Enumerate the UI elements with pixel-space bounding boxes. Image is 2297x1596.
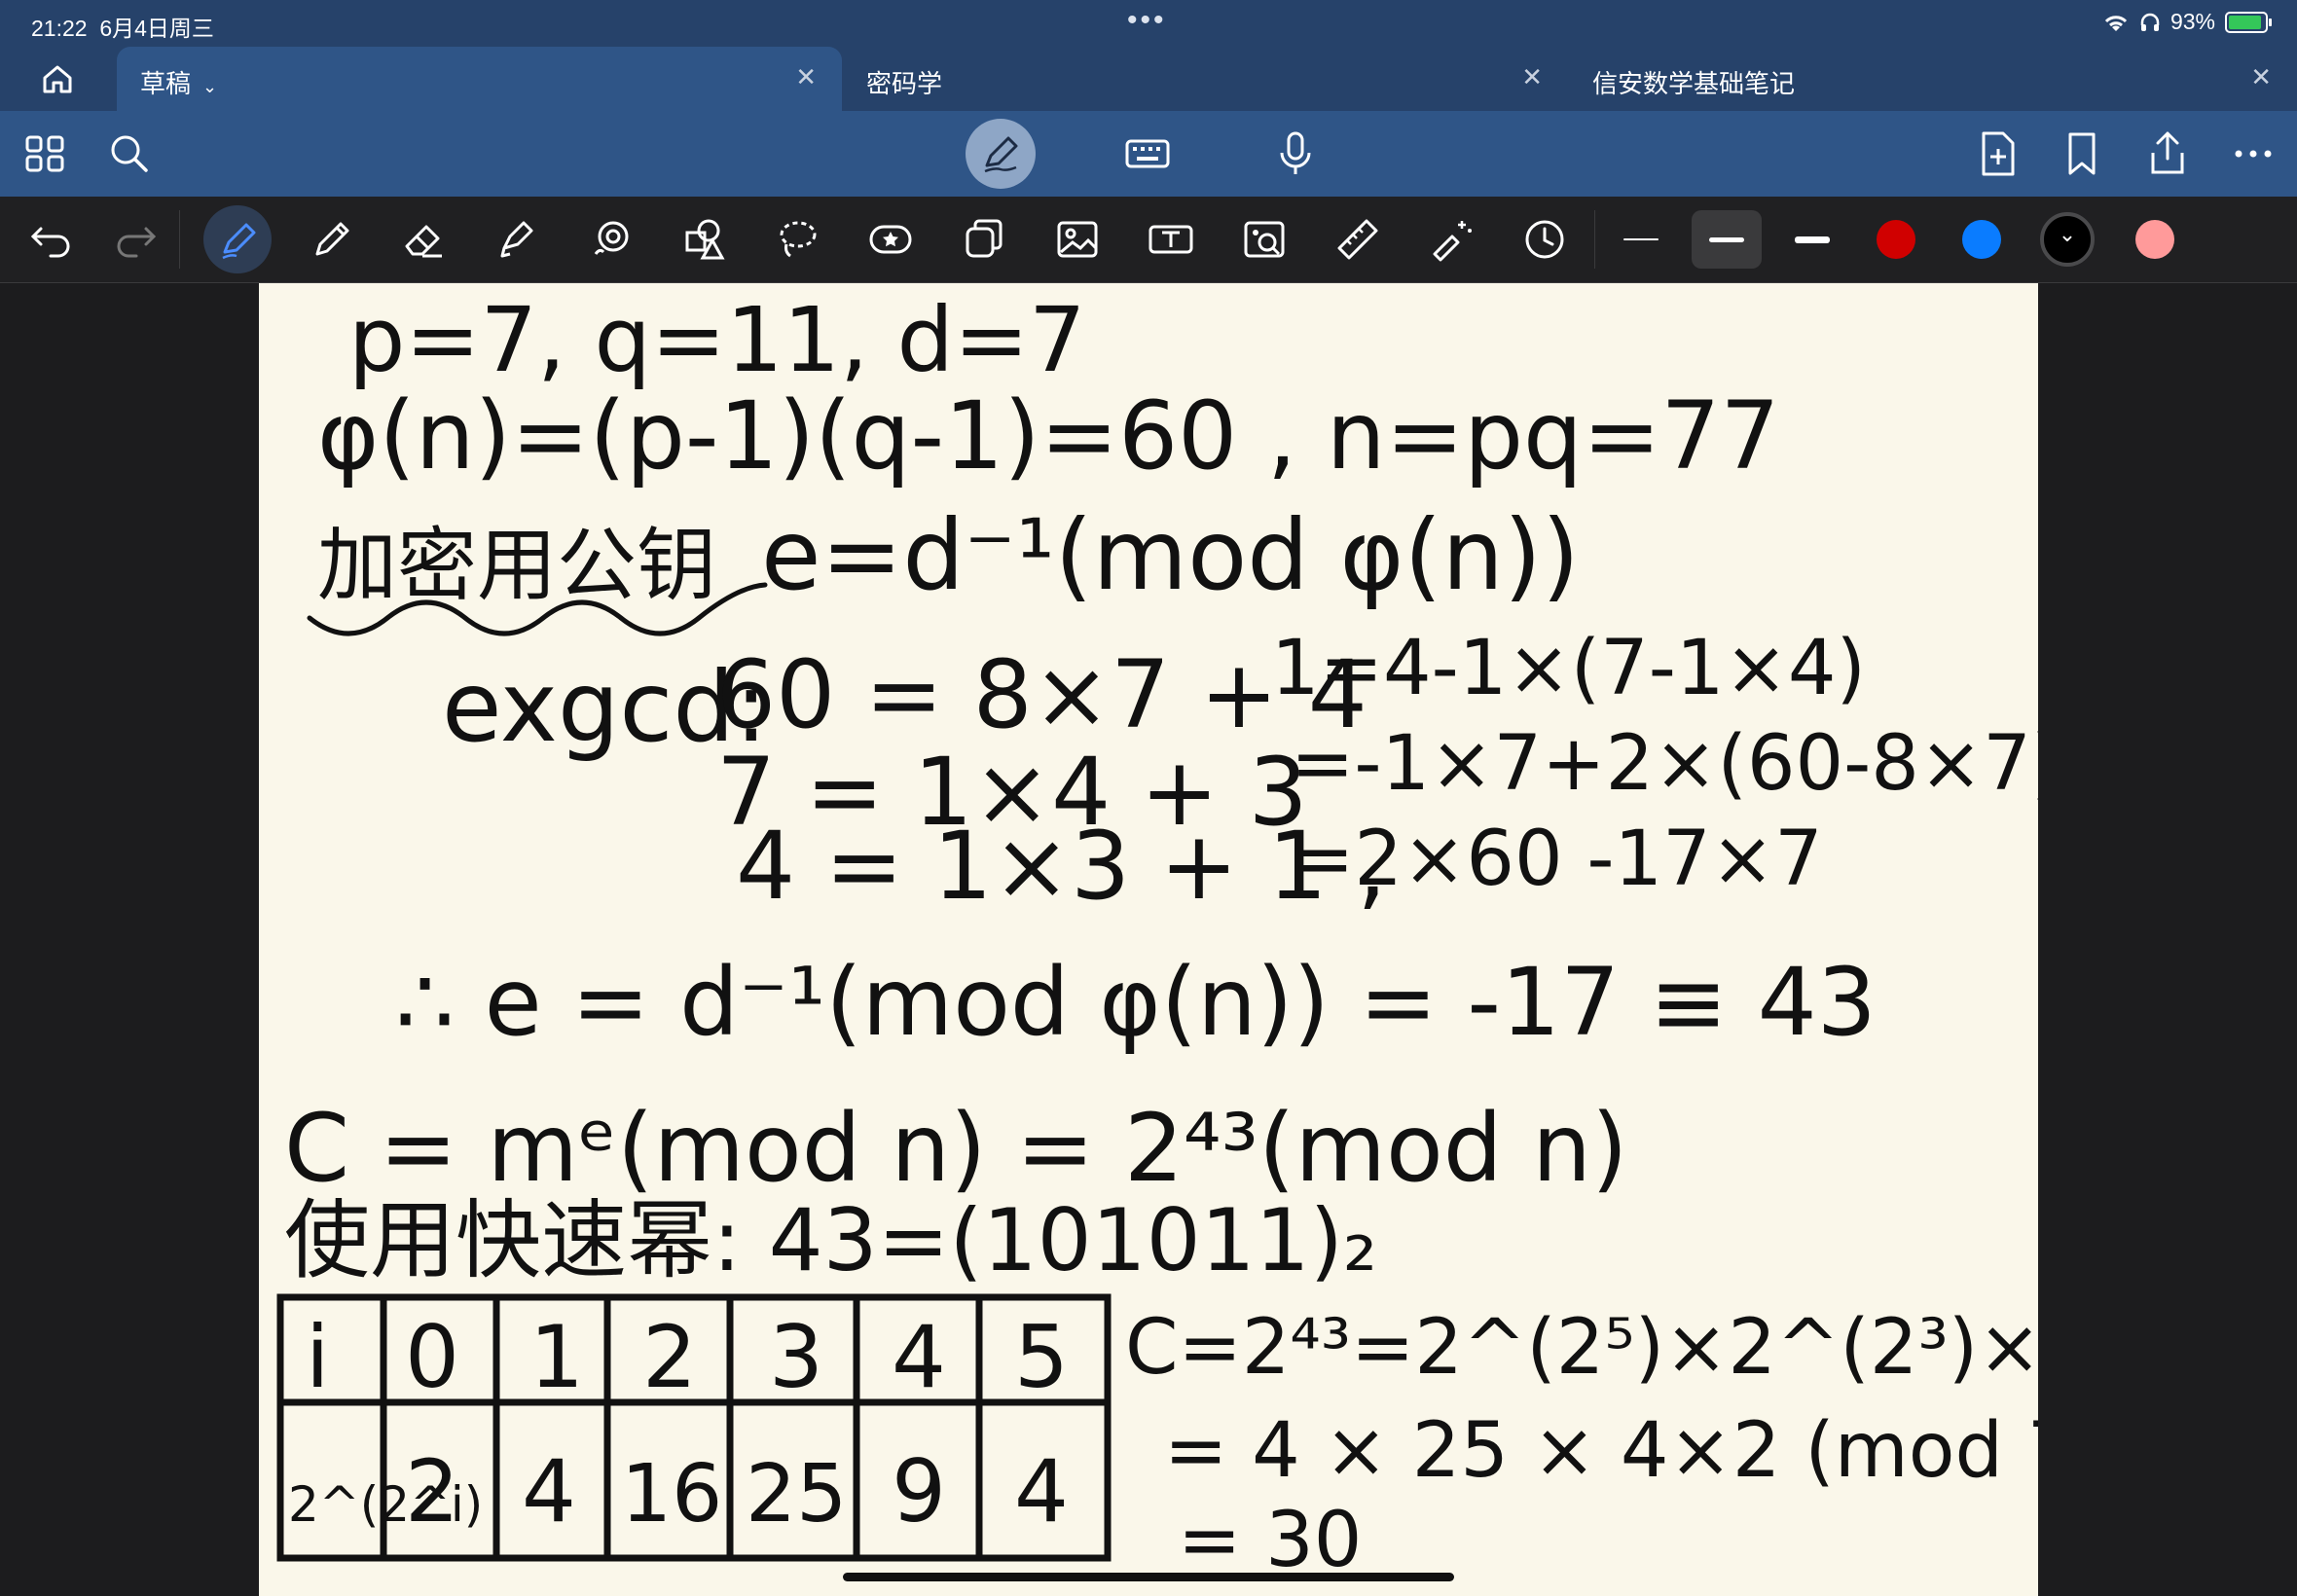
toolbar-divider (179, 210, 180, 269)
wifi-icon (2104, 15, 2128, 31)
back-sub-1: 1=4-1×(7-1×4) (1271, 625, 1866, 712)
stroke-bar (1709, 237, 1744, 242)
grid-icon[interactable] (21, 129, 70, 178)
note-line-3-formula: e=d⁻¹(mod φ(n)) (761, 498, 1580, 612)
result-e: ∴ e = d⁻¹(mod φ(n)) = -17 ≡ 43 (395, 948, 1877, 1057)
exgcd-step-3: 4 = 1×3 + 1 , (736, 812, 1387, 921)
table-cell-value: 2 (405, 1441, 459, 1542)
table-cell-i: 0 (405, 1307, 459, 1407)
lasso-icon[interactable] (773, 215, 821, 264)
battery-percent: 93% (2169, 9, 2215, 34)
home-icon[interactable] (37, 58, 78, 99)
close-icon[interactable]: ✕ (795, 62, 817, 92)
color-swatch-blue[interactable] (1962, 220, 2001, 259)
tab-math-notes[interactable]: 信安数学基础笔记 ✕ (1569, 47, 2297, 111)
color-swatch-black[interactable]: ⌄ (2040, 212, 2095, 267)
table-cell-value: 25 (746, 1448, 847, 1541)
ruler-icon[interactable] (1333, 215, 1382, 264)
element-icon[interactable] (679, 215, 728, 264)
history-icon[interactable] (1520, 215, 1569, 264)
exgcd-step-1: 60 = 8×7 + 4 (716, 640, 1367, 749)
table-cell-i: 3 (769, 1307, 823, 1407)
highlighter-icon[interactable] (492, 215, 541, 264)
laser-icon[interactable] (1427, 215, 1476, 264)
sticker-icon[interactable] (866, 215, 915, 264)
table-cell-i: 5 (1014, 1307, 1069, 1407)
calc-line-1: C=2⁴³=2^(2⁵)×2^(2³)×2^(2¹)×2^(2⁰)(mod 77… (1125, 1304, 2038, 1392)
back-sub-3: =2×60 -17×7 (1291, 816, 1823, 903)
tab-cryptography[interactable]: 密码学 ✕ (843, 47, 1568, 111)
tab-label: 草稿 (140, 69, 192, 98)
table-cell-i: 1 (529, 1307, 584, 1407)
redo-icon[interactable] (111, 215, 160, 264)
keyboard-icon[interactable] (1123, 129, 1172, 178)
tab-label: 密码学 (866, 69, 943, 98)
pencil-icon[interactable] (308, 215, 356, 264)
table-cell-value: 4 (522, 1441, 576, 1542)
close-icon[interactable]: ✕ (2250, 62, 2272, 92)
battery-icon (2225, 11, 2272, 33)
main-toolbar (0, 111, 2297, 197)
bookmark-icon[interactable] (2058, 129, 2106, 178)
tab-bar: 草稿 ⌄ ✕ 密码学 ✕ 信安数学基础笔记 ✕ (0, 47, 2297, 111)
pen-icon (222, 223, 256, 260)
note-line-3-label: 加密用公钥 (317, 520, 716, 612)
text-icon[interactable] (1147, 215, 1195, 264)
add-page-icon[interactable] (1974, 129, 2023, 178)
table-cell-i: 4 (892, 1307, 946, 1407)
home-indicator[interactable] (843, 1573, 1454, 1581)
calc-line-3: = 30 (1178, 1497, 1362, 1584)
power-table-text: i 2^(2^i) 0 1 2 3 4 5 2 4 16 25 9 4 (288, 1307, 1069, 1542)
pen-mode-icon (984, 136, 1018, 173)
image-icon[interactable] (1053, 215, 1102, 264)
stroke-bar (1623, 238, 1659, 240)
copy-icon[interactable] (960, 215, 1008, 264)
handwriting-layer: p=7, q=11, d=7 φ(n)=(p-1)(q-1)=60 , n=pq… (276, 288, 2038, 1584)
color-swatch-red[interactable] (1877, 220, 1915, 259)
note-line-1: p=7, q=11, d=7 (348, 288, 1086, 392)
table-cell-i: 2 (642, 1307, 697, 1407)
stroke-width-thick[interactable] (1777, 210, 1847, 269)
toolbar-divider (1594, 210, 1595, 269)
undo-icon[interactable] (27, 215, 76, 264)
headphones-icon (2140, 13, 2160, 31)
tab-drafts[interactable]: 草稿 ⌄ ✕ (117, 47, 842, 111)
table-cell-value: 9 (892, 1441, 946, 1542)
multitasking-dots-icon[interactable]: ••• (1127, 4, 1167, 37)
note-canvas[interactable]: p=7, q=11, d=7 φ(n)=(p-1)(q-1)=60 , n=pq… (259, 283, 2038, 1596)
table-cell-value: 16 (621, 1448, 722, 1541)
eraser-icon[interactable] (399, 215, 448, 264)
share-icon[interactable] (2143, 129, 2192, 178)
pen-tool-button[interactable] (203, 205, 272, 273)
tab-label: 信安数学基础笔记 (1592, 69, 1796, 98)
battery-fill (2229, 15, 2262, 29)
color-swatch-pink[interactable] (2135, 220, 2174, 259)
microphone-icon[interactable] (1271, 129, 1320, 178)
camera-icon[interactable] (1240, 215, 1289, 264)
note-line-2: φ(n)=(p-1)(q-1)=60 , n=pq=77 (317, 381, 1780, 490)
back-sub-2: =-1×7+2×(60-8×7) (1291, 720, 2038, 808)
stroke-width-medium[interactable] (1692, 210, 1762, 269)
status-date: 6月4日周三 (99, 16, 214, 41)
pen-mode-button[interactable] (966, 119, 1036, 189)
close-icon[interactable]: ✕ (1521, 62, 1543, 92)
table-header-i: i (306, 1307, 329, 1407)
shape-icon[interactable] (586, 215, 635, 264)
stroke-bar (1795, 236, 1830, 243)
chevron-down-icon: ⌄ (2058, 222, 2077, 246)
search-icon[interactable] (105, 129, 154, 178)
fast-power-note: 使用快速幂: 43=(101011)₂ (284, 1190, 1377, 1290)
stroke-width-thin[interactable] (1606, 210, 1676, 269)
status-bar: 21:22 6月4日周三 ••• 93% (0, 0, 2297, 47)
cipher-formula: C = mᵉ(mod n) = 2⁴³(mod n) (284, 1094, 1627, 1203)
status-time: 21:22 6月4日周三 (31, 16, 214, 41)
drawing-toolbar: ⌄ (0, 197, 2297, 283)
more-icon[interactable] (2229, 129, 2278, 178)
table-cell-value: 4 (1014, 1441, 1069, 1542)
chevron-down-icon[interactable]: ⌄ (202, 77, 217, 96)
calc-line-2: = 4 × 25 × 4×2 (mod 77) (1164, 1407, 2038, 1495)
